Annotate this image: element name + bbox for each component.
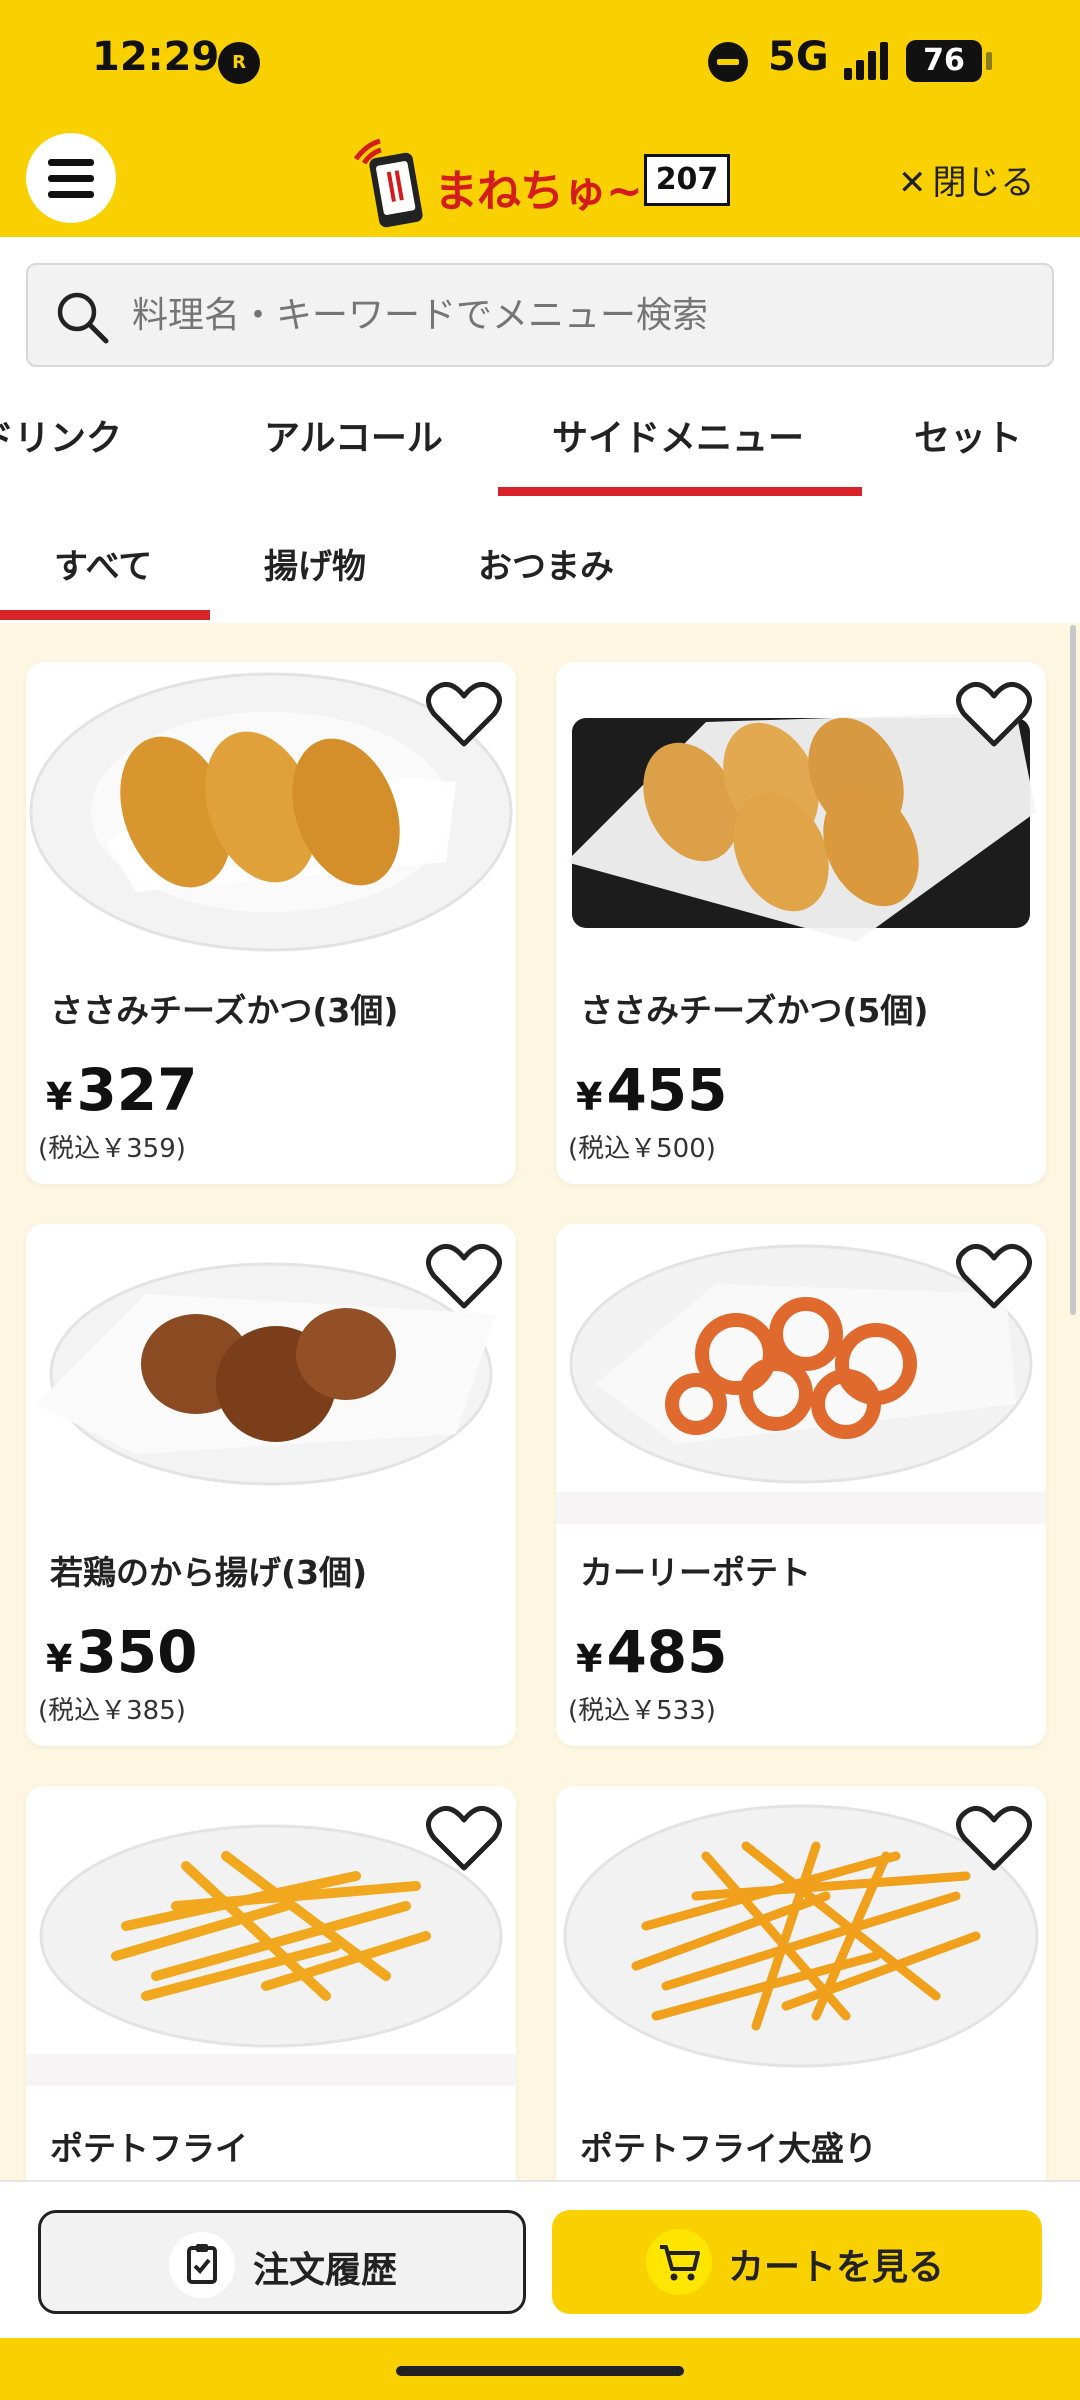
menu-item-card[interactable]: カーリーポテト ¥485 (税込￥533) <box>556 1224 1046 1746</box>
menu-item-card[interactable]: ささみチーズかつ(5個) ¥455 (税込￥500) <box>556 662 1046 1184</box>
item-tax-price: (税込￥359) <box>38 1134 186 1164</box>
price-value: 455 <box>606 1056 728 1124</box>
battery-icon: 76 <box>906 40 992 82</box>
app-header: まねちゅ~ 207 ✕ 閉じる <box>0 125 1080 237</box>
menu-item-card[interactable]: 若鶏のから揚げ(3個) ¥350 (税込￥385) <box>26 1224 516 1746</box>
favorite-heart-icon[interactable] <box>956 680 1032 750</box>
favorite-heart-icon[interactable] <box>956 1242 1032 1312</box>
item-tax-price: (税込￥533) <box>568 1696 716 1726</box>
currency-symbol: ¥ <box>576 1075 603 1119</box>
item-price: ¥327 <box>46 1056 198 1124</box>
subtab-fried[interactable]: 揚げ物 <box>264 539 366 588</box>
active-tab-indicator <box>498 487 862 496</box>
close-button[interactable]: ✕ 閉じる <box>898 155 1035 204</box>
clipboard-check-icon <box>169 2232 235 2298</box>
status-time: 12:29 <box>92 34 220 80</box>
close-label: 閉じる <box>932 163 1035 203</box>
item-name: ささみチーズかつ(5個) <box>580 991 929 1030</box>
category-tabs: ドリンク アルコール サイドメニュー セット <box>0 377 1080 497</box>
item-name: カーリーポテト <box>580 1553 811 1592</box>
favorite-heart-icon[interactable] <box>426 1804 502 1874</box>
cart-icon <box>646 2229 712 2295</box>
item-tax-price: (税込￥385) <box>38 1696 186 1726</box>
tab-drink[interactable]: ドリンク <box>0 409 122 461</box>
subtab-snacks[interactable]: おつまみ <box>478 539 614 588</box>
tab-alcohol[interactable]: アルコール <box>264 409 443 461</box>
view-cart-label: カートを見る <box>728 2247 945 2288</box>
do-not-disturb-icon <box>708 42 748 82</box>
search-input[interactable] <box>132 295 1012 336</box>
view-cart-button[interactable]: カートを見る <box>552 2210 1042 2314</box>
currency-symbol: ¥ <box>576 1637 603 1681</box>
tab-set[interactable]: セット <box>914 409 1022 461</box>
item-name: ポテトフライ大盛り <box>580 2129 877 2168</box>
item-price: ¥350 <box>46 1618 198 1686</box>
item-name: ささみチーズかつ(3個) <box>50 991 399 1030</box>
hamburger-menu-button[interactable] <box>26 133 116 223</box>
table-number-badge: 207 <box>644 154 730 206</box>
item-name: ポテトフライ <box>50 2129 248 2168</box>
price-value: 327 <box>76 1056 198 1124</box>
logo-text: まねちゅ~ <box>434 166 643 217</box>
home-indicator[interactable] <box>396 2366 684 2376</box>
close-icon: ✕ <box>898 163 927 203</box>
rakuten-link-icon: R <box>218 42 260 84</box>
order-history-label: 注文履歴 <box>253 2250 398 2291</box>
item-tax-price: (税込￥500) <box>568 1134 716 1164</box>
bottom-action-bar: 注文履歴 カートを見る <box>0 2180 1080 2338</box>
tab-side-menu[interactable]: サイドメニュー <box>552 409 804 461</box>
currency-symbol: ¥ <box>46 1637 73 1681</box>
price-value: 485 <box>606 1618 728 1686</box>
signal-icon <box>844 42 888 80</box>
menu-item-card[interactable]: ささみチーズかつ(3個) ¥327 (税込￥359) <box>26 662 516 1184</box>
network-type: 5G <box>768 34 829 80</box>
phone-logo-icon <box>353 138 423 228</box>
item-name: 若鶏のから揚げ(3個) <box>50 1553 368 1592</box>
search-box[interactable] <box>26 263 1054 367</box>
favorite-heart-icon[interactable] <box>426 1242 502 1312</box>
item-price: ¥455 <box>576 1056 728 1124</box>
favorite-heart-icon[interactable] <box>956 1804 1032 1874</box>
gesture-bar-area <box>0 2338 1080 2400</box>
active-subtab-indicator <box>0 610 210 620</box>
item-price: ¥485 <box>576 1618 728 1686</box>
price-value: 350 <box>76 1618 198 1686</box>
search-area <box>0 237 1080 377</box>
status-bar: 12:29 R 5G 76 <box>0 0 1080 125</box>
sub-category-tabs: すべて 揚げ物 おつまみ <box>0 497 1080 623</box>
currency-symbol: ¥ <box>46 1075 73 1119</box>
favorite-heart-icon[interactable] <box>426 680 502 750</box>
scrollbar[interactable] <box>1070 625 1076 1315</box>
order-history-button[interactable]: 注文履歴 <box>38 2210 526 2314</box>
subtab-all[interactable]: すべて <box>54 539 152 588</box>
search-icon <box>57 292 109 344</box>
